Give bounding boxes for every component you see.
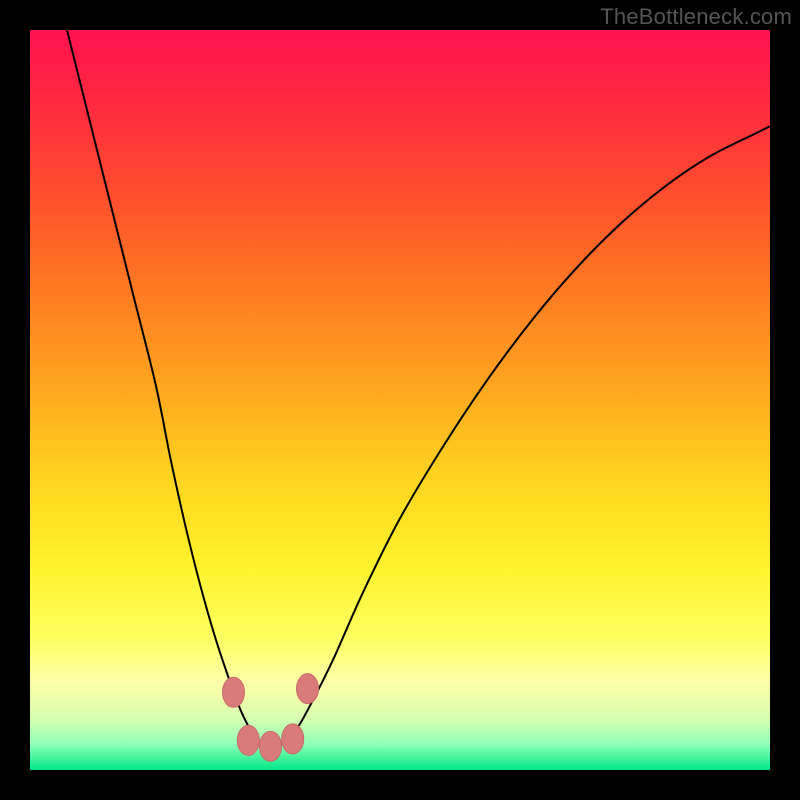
bottleneck-chart	[30, 30, 770, 770]
curve-marker	[282, 724, 304, 754]
watermark-text: TheBottleneck.com	[600, 4, 792, 30]
curve-marker	[223, 677, 245, 707]
curve-marker	[297, 674, 319, 704]
chart-frame	[30, 30, 770, 770]
curve-marker	[237, 725, 259, 755]
gradient-background	[30, 30, 770, 770]
curve-marker	[260, 731, 282, 761]
